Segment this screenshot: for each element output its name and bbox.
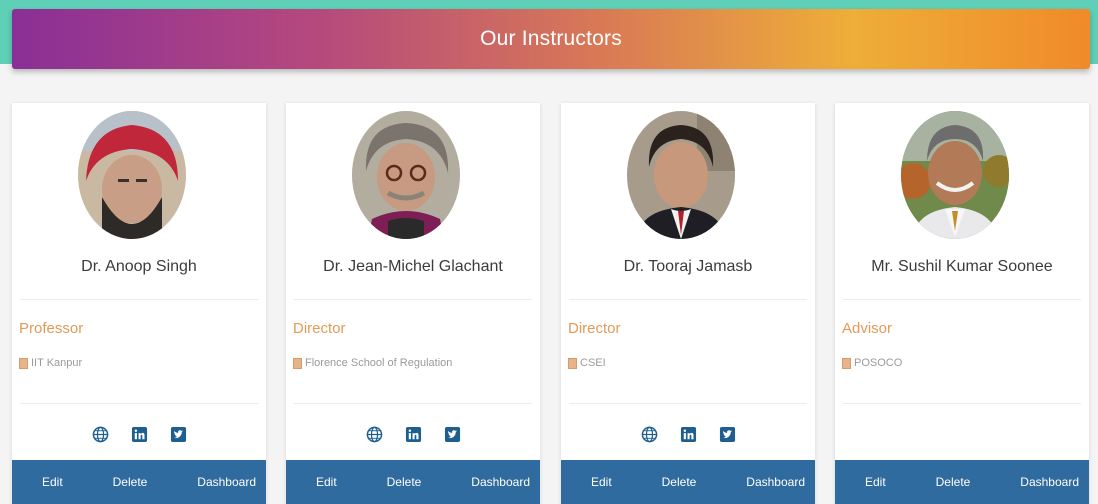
- instructor-role: Director: [568, 320, 621, 337]
- instructor-name: Mr. Sushil Kumar Soonee: [871, 258, 1053, 275]
- delete-button[interactable]: Delete: [662, 475, 697, 489]
- globe-icon[interactable]: [641, 426, 658, 443]
- edit-button[interactable]: Edit: [865, 475, 886, 489]
- divider: [843, 403, 1081, 404]
- delete-button[interactable]: Delete: [936, 475, 971, 489]
- dashboard-button[interactable]: Dashboard: [746, 475, 805, 489]
- building-icon: [293, 357, 302, 369]
- delete-button[interactable]: Delete: [387, 475, 422, 489]
- social-links: [12, 426, 266, 443]
- social-links: [561, 426, 815, 443]
- divider: [843, 299, 1081, 300]
- edit-button[interactable]: Edit: [316, 475, 337, 489]
- avatar: [352, 111, 460, 239]
- instructor-card: Dr. Tooraj Jamasb Director CSEI Edit Del…: [561, 103, 815, 504]
- dashboard-button[interactable]: Dashboard: [197, 475, 256, 489]
- dashboard-button[interactable]: Dashboard: [1020, 475, 1079, 489]
- building-icon: [842, 357, 851, 369]
- divider: [294, 403, 532, 404]
- instructor-name: Dr. Jean-Michel Glachant: [323, 258, 503, 275]
- linkedin-icon[interactable]: [405, 426, 422, 443]
- divider: [20, 299, 258, 300]
- org-label: CSEI: [580, 357, 606, 369]
- header-banner: Our Instructors: [12, 9, 1090, 69]
- instructor-org: CSEI: [568, 357, 606, 369]
- building-icon: [19, 357, 28, 369]
- instructor-card: Dr. Jean-Michel Glachant Director Floren…: [286, 103, 540, 504]
- globe-icon[interactable]: [92, 426, 109, 443]
- org-label: IIT Kanpur: [31, 357, 83, 369]
- divider: [569, 299, 807, 300]
- org-label: POSOCO: [854, 357, 903, 369]
- twitter-icon[interactable]: [444, 426, 461, 443]
- card-actions: Edit Delete Dashboard: [835, 460, 1089, 504]
- instructor-role: Advisor: [842, 320, 893, 337]
- building-icon: [568, 357, 577, 369]
- globe-icon[interactable]: [366, 426, 383, 443]
- delete-button[interactable]: Delete: [113, 475, 148, 489]
- card-actions: Edit Delete Dashboard: [286, 460, 540, 504]
- org-label: Florence School of Regulation: [305, 357, 453, 369]
- divider: [20, 403, 258, 404]
- edit-button[interactable]: Edit: [591, 475, 612, 489]
- instructor-org: Florence School of Regulation: [293, 357, 452, 369]
- instructor-card: Dr. Anoop Singh Professor IIT Kanpur Edi…: [12, 103, 266, 504]
- avatar: [901, 111, 1009, 239]
- instructor-org: IIT Kanpur: [19, 357, 82, 369]
- instructor-role: Professor: [19, 320, 84, 337]
- edit-button[interactable]: Edit: [42, 475, 63, 489]
- instructor-name: Dr. Tooraj Jamasb: [623, 258, 753, 275]
- instructor-card: Mr. Sushil Kumar Soonee Advisor POSOCO E…: [835, 103, 1089, 504]
- avatar: [627, 111, 735, 239]
- twitter-icon[interactable]: [170, 426, 187, 443]
- avatar: [78, 111, 186, 239]
- divider: [294, 299, 532, 300]
- twitter-icon[interactable]: [719, 426, 736, 443]
- social-links: [286, 426, 540, 443]
- instructor-role: Director: [293, 320, 346, 337]
- divider: [569, 403, 807, 404]
- instructor-org: POSOCO: [842, 357, 902, 369]
- card-actions: Edit Delete Dashboard: [561, 460, 815, 504]
- card-actions: Edit Delete Dashboard: [12, 460, 266, 504]
- linkedin-icon[interactable]: [680, 426, 697, 443]
- linkedin-icon[interactable]: [131, 426, 148, 443]
- page-title: Our Instructors: [480, 27, 622, 50]
- dashboard-button[interactable]: Dashboard: [471, 475, 530, 489]
- instructor-name: Dr. Anoop Singh: [81, 258, 197, 275]
